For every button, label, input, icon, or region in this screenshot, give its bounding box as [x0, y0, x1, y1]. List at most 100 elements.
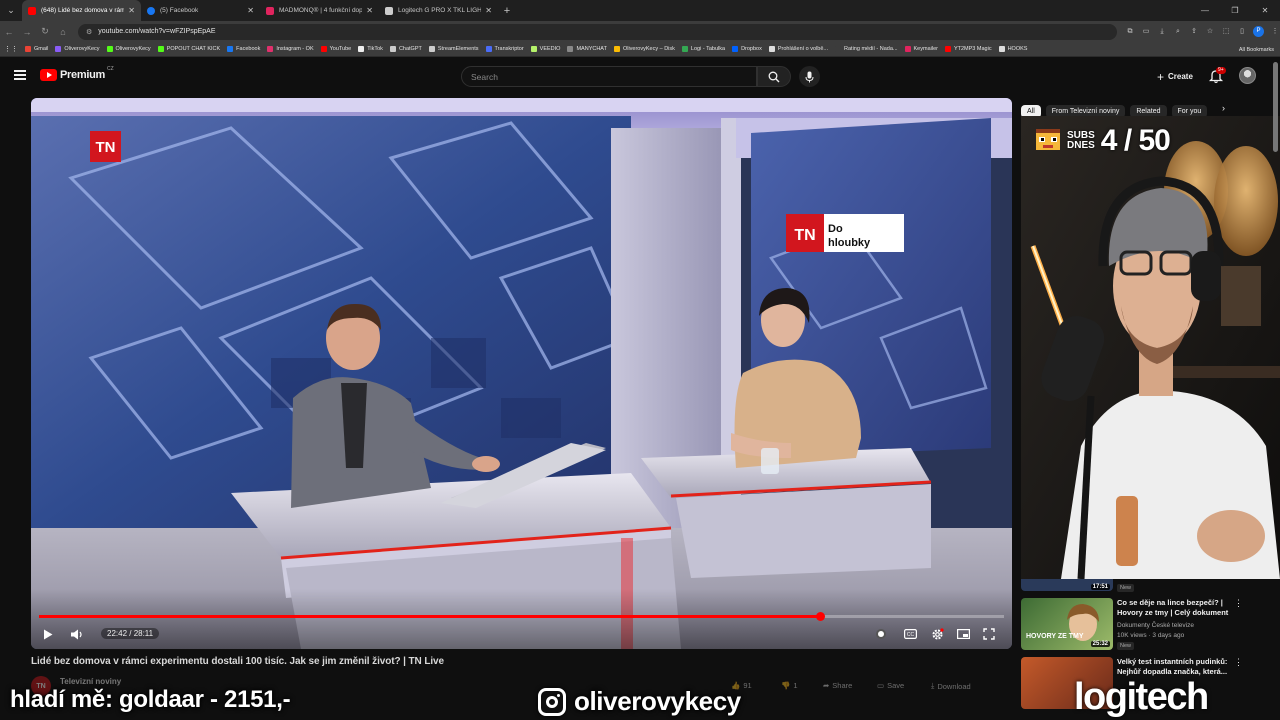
- bookmark-item[interactable]: OliverovyKecy – Disk: [613, 46, 675, 52]
- page-scrollbar[interactable]: [1273, 62, 1278, 702]
- download-button[interactable]: ⤓ Download: [931, 681, 971, 691]
- minimize-icon[interactable]: —: [1190, 6, 1220, 15]
- forward-icon[interactable]: →: [18, 27, 36, 37]
- bookmark-item[interactable]: Instagram - OK: [267, 46, 314, 52]
- all-bookmarks-button[interactable]: All Bookmarks: [1239, 42, 1274, 57]
- translate-icon[interactable]: ⧉: [1125, 27, 1135, 37]
- bookmark-item[interactable]: Logi - Tabulka: [681, 46, 725, 52]
- search-input[interactable]: Search: [461, 66, 757, 87]
- miniplayer-button[interactable]: [953, 624, 973, 644]
- bookmark-label: ChatGPT: [398, 46, 422, 52]
- bookmark-label: Prohlášení o volbě...: [777, 46, 829, 52]
- apps-grid-icon[interactable]: ⋮⋮: [4, 45, 18, 53]
- restore-icon[interactable]: ❐: [1220, 6, 1250, 15]
- subs-label-2: DNES: [1067, 140, 1095, 151]
- new-tab-button[interactable]: +: [498, 5, 516, 17]
- bookmark-label: Transkriptor: [494, 46, 524, 52]
- download-icon[interactable]: ⤓: [1157, 27, 1167, 37]
- bookmark-item[interactable]: POPOUT CHAT KICK: [157, 46, 220, 52]
- settings-button[interactable]: [927, 624, 947, 644]
- bookmark-item[interactable]: Dropbox: [732, 46, 762, 52]
- tab-youtube[interactable]: (648) Lidé bez domova v rámci ✕: [22, 0, 141, 21]
- save-button[interactable]: ▭ Save: [877, 681, 904, 690]
- bookmark-item[interactable]: YouTube: [320, 46, 351, 52]
- reload-icon[interactable]: ↻: [36, 26, 54, 37]
- fullscreen-button[interactable]: [979, 624, 999, 644]
- logitech-favicon-icon: [385, 6, 393, 15]
- bookmark-item[interactable]: Facebook: [227, 46, 260, 52]
- time-display: 22:42 / 28:11: [101, 628, 160, 639]
- bookmark-item[interactable]: OliverovyKecy: [55, 46, 100, 52]
- tab-search-menu[interactable]: ⌄: [0, 0, 22, 21]
- chevron-right-icon[interactable]: ›: [1222, 103, 1225, 113]
- bookmark-item[interactable]: YT2MP3 Magic: [944, 46, 992, 52]
- bookmark-star-icon[interactable]: ☆: [1205, 27, 1215, 37]
- browser-menu-icon[interactable]: ⋮: [1270, 27, 1280, 37]
- rec-thumbnail: HOVORY ZE TMY 25:32: [1021, 598, 1113, 650]
- bookmark-favicon-icon: [389, 46, 396, 52]
- bookmark-item[interactable]: OliverovyKecy: [106, 46, 151, 52]
- extensions-icon[interactable]: ⬚: [1221, 27, 1231, 37]
- bookmark-item[interactable]: TikTok: [358, 46, 383, 52]
- close-tab-icon[interactable]: ✕: [128, 6, 135, 15]
- rec-thumb-text: HOVORY ZE TMY: [1026, 633, 1084, 640]
- bookmark-item[interactable]: StreamElements: [428, 46, 479, 52]
- site-info-icon[interactable]: ⚙: [86, 28, 92, 36]
- bookmark-item[interactable]: Transkriptor: [485, 46, 524, 52]
- subtitles-button[interactable]: CC: [900, 624, 920, 644]
- tab-title: (5) Facebook: [160, 7, 199, 14]
- cast-icon[interactable]: ▭: [1141, 27, 1151, 37]
- bookmark-item[interactable]: ChatGPT: [389, 46, 422, 52]
- back-icon[interactable]: ←: [0, 27, 18, 37]
- url-input[interactable]: ⚙ youtube.com/watch?v=wFZIPspEpAE: [77, 23, 1117, 40]
- subs-counter: 4 / 50: [1100, 124, 1171, 157]
- volume-button[interactable]: [67, 624, 87, 644]
- bookmark-item[interactable]: Rating médií - Nada...: [835, 46, 898, 52]
- share-button[interactable]: ➦ Share: [823, 681, 852, 690]
- close-tab-icon[interactable]: ✕: [485, 6, 492, 15]
- search-button[interactable]: [757, 66, 791, 87]
- autoplay-toggle[interactable]: [871, 624, 891, 644]
- bookmark-item[interactable]: Prohlášení o volbě...: [768, 46, 829, 52]
- sidepanel-icon[interactable]: ▯: [1237, 27, 1247, 37]
- bookmark-favicon-icon: [613, 46, 620, 52]
- home-icon[interactable]: ⌂: [54, 27, 72, 37]
- bookmark-item[interactable]: Keymailer: [904, 46, 938, 52]
- bookmark-label: Facebook: [236, 46, 261, 52]
- account-avatar[interactable]: [1239, 67, 1256, 84]
- bookmark-item[interactable]: Gmail: [25, 46, 48, 52]
- scrollbar-thumb[interactable]: [1273, 62, 1278, 152]
- rec-channel[interactable]: Dokumenty České televize: [1117, 622, 1194, 629]
- close-tab-icon[interactable]: ✕: [247, 6, 254, 15]
- voice-search-button[interactable]: [799, 66, 820, 87]
- rec-item-2[interactable]: HOVORY ZE TMY 25:32 Co se děje na lince …: [1021, 598, 1251, 652]
- create-button[interactable]: + Create: [1149, 66, 1201, 87]
- rec-meta: 10K views · 3 days ago: [1117, 632, 1185, 639]
- rec-more-icon[interactable]: ⋮: [1234, 598, 1243, 609]
- dislike-button[interactable]: 👎 1: [781, 681, 798, 690]
- tab-facebook[interactable]: (5) Facebook ✕: [141, 0, 260, 21]
- tab-logitech[interactable]: Logitech G PRO X TKL LIGHTSP ✕: [379, 0, 498, 21]
- channel-name[interactable]: Televizní noviny: [60, 677, 121, 686]
- play-icon: [44, 629, 53, 639]
- profile-icon[interactable]: P: [1253, 26, 1264, 37]
- youtube-play-icon: [40, 69, 57, 81]
- extension-icons: ⧉ ▭ ⤓ ⌕ ⇪ ☆ ⬚ ▯ P ⋮: [1125, 26, 1280, 37]
- rec-item-1[interactable]: 17:51 New: [1021, 579, 1251, 595]
- hamburger-menu-icon[interactable]: [14, 70, 26, 80]
- close-tab-icon[interactable]: ✕: [366, 6, 373, 15]
- share-icon[interactable]: ⇪: [1189, 27, 1199, 37]
- bookmark-item[interactable]: VEEDIO: [530, 46, 560, 52]
- progress-bar[interactable]: [39, 612, 1004, 621]
- share-label: Share: [832, 681, 853, 690]
- rec-more-icon[interactable]: ⋮: [1234, 657, 1243, 668]
- bookmark-item[interactable]: HOOKS: [998, 46, 1027, 52]
- video-player[interactable]: TN TN Do hloubky 22:42 / 28:11 CC: [31, 98, 1012, 649]
- tab-madmonq[interactable]: MADMONQ® | 4 funkční doplň ✕: [260, 0, 379, 21]
- play-button[interactable]: [38, 624, 58, 644]
- bookmark-item[interactable]: MANYCHAT: [567, 46, 607, 52]
- close-window-icon[interactable]: ✕: [1250, 6, 1280, 15]
- bookmark-favicon-icon: [267, 46, 274, 52]
- zoom-icon[interactable]: ⌕: [1173, 27, 1183, 37]
- youtube-logo[interactable]: Premium CZ: [40, 66, 114, 81]
